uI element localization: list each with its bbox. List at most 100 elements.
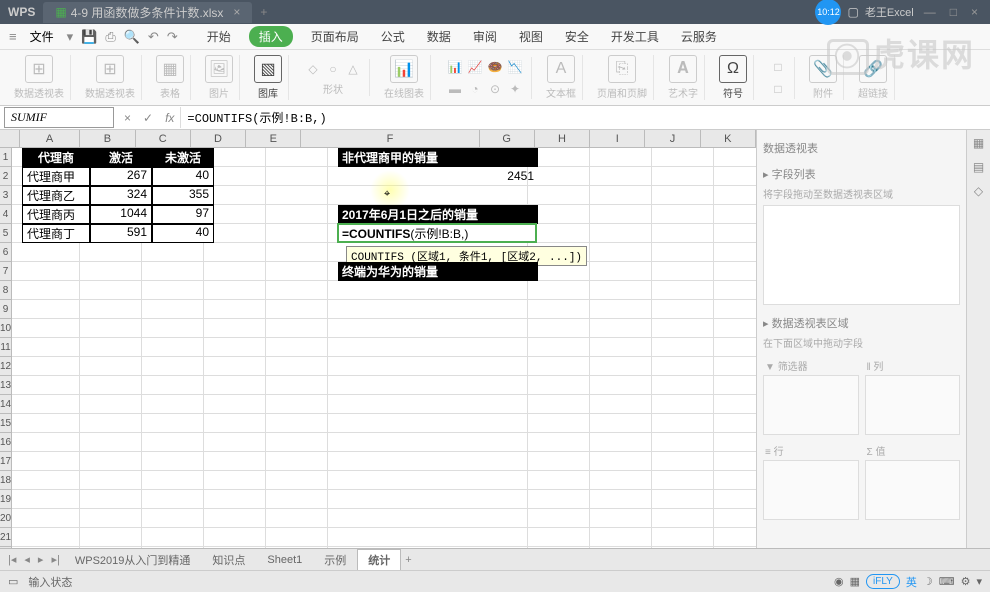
cell[interactable] bbox=[80, 376, 142, 395]
cell[interactable] bbox=[142, 528, 204, 547]
tab-cloud[interactable]: 云服务 bbox=[677, 26, 721, 47]
tab-insert[interactable]: 插入 bbox=[249, 26, 293, 47]
cell[interactable] bbox=[652, 509, 714, 528]
accept-formula-icon[interactable]: ✓ bbox=[137, 111, 159, 125]
cell[interactable] bbox=[714, 414, 756, 433]
ribbon-online[interactable]: 📊在线图表 bbox=[378, 55, 431, 100]
cell[interactable] bbox=[80, 243, 142, 262]
cell[interactable] bbox=[328, 471, 528, 490]
cell[interactable] bbox=[80, 338, 142, 357]
cell[interactable] bbox=[80, 452, 142, 471]
cell[interactable] bbox=[142, 471, 204, 490]
cell[interactable] bbox=[528, 452, 590, 471]
cell[interactable] bbox=[266, 186, 328, 205]
cell[interactable] bbox=[652, 376, 714, 395]
cell[interactable] bbox=[80, 509, 142, 528]
cell[interactable] bbox=[714, 186, 756, 205]
row-header[interactable]: 22 bbox=[0, 547, 12, 548]
cell[interactable] bbox=[714, 319, 756, 338]
cell[interactable] bbox=[80, 319, 142, 338]
cell[interactable] bbox=[266, 433, 328, 452]
row-header[interactable]: 6 bbox=[0, 243, 12, 262]
cell[interactable] bbox=[714, 243, 756, 262]
tab-devtools[interactable]: 开发工具 bbox=[607, 26, 663, 47]
col-header[interactable]: K bbox=[701, 130, 756, 147]
cell[interactable] bbox=[652, 471, 714, 490]
chevron-down-icon[interactable]: ▾ bbox=[64, 29, 77, 45]
row-header[interactable]: 8 bbox=[0, 281, 12, 300]
cell[interactable] bbox=[12, 376, 80, 395]
cell[interactable] bbox=[590, 148, 652, 167]
cell[interactable] bbox=[204, 262, 266, 281]
cell[interactable] bbox=[12, 262, 80, 281]
cell[interactable] bbox=[80, 414, 142, 433]
ribbon-textbox[interactable]: A文本框 bbox=[540, 55, 583, 100]
col-header[interactable]: B bbox=[80, 130, 135, 147]
cell[interactable] bbox=[328, 414, 528, 433]
row-header[interactable]: 10 bbox=[0, 319, 12, 338]
cell[interactable] bbox=[142, 338, 204, 357]
row-header[interactable]: 9 bbox=[0, 300, 12, 319]
cell[interactable] bbox=[266, 338, 328, 357]
cell[interactable] bbox=[714, 509, 756, 528]
row-header[interactable]: 18 bbox=[0, 471, 12, 490]
cell[interactable] bbox=[328, 395, 528, 414]
cell[interactable] bbox=[328, 300, 528, 319]
row-header[interactable]: 17 bbox=[0, 452, 12, 471]
cell[interactable] bbox=[12, 490, 80, 509]
value-area[interactable] bbox=[865, 460, 961, 520]
cell[interactable] bbox=[328, 433, 528, 452]
cell[interactable] bbox=[266, 205, 328, 224]
cell[interactable] bbox=[80, 300, 142, 319]
cell[interactable] bbox=[142, 300, 204, 319]
cell[interactable] bbox=[204, 300, 266, 319]
cell[interactable] bbox=[714, 547, 756, 548]
cell[interactable] bbox=[266, 357, 328, 376]
ribbon-pivot2[interactable]: ⊞数据透视表 bbox=[79, 55, 142, 100]
cell[interactable] bbox=[204, 471, 266, 490]
cell[interactable] bbox=[266, 471, 328, 490]
save-icon[interactable]: 💾 bbox=[78, 29, 100, 45]
table-cell[interactable]: 1044 bbox=[90, 205, 152, 224]
ribbon-chart[interactable]: 📊📈🍩📉 ▬◔⊙✦ bbox=[439, 57, 532, 99]
cell[interactable] bbox=[590, 471, 652, 490]
cell[interactable] bbox=[652, 300, 714, 319]
gear-icon[interactable]: ⚙ bbox=[961, 575, 971, 588]
cell[interactable] bbox=[12, 471, 80, 490]
cell[interactable] bbox=[590, 490, 652, 509]
tab-home[interactable]: 开始 bbox=[203, 26, 235, 47]
table-cell[interactable]: 97 bbox=[152, 205, 214, 224]
sheet-tab[interactable]: 示例 bbox=[313, 549, 357, 571]
cell[interactable] bbox=[528, 186, 590, 205]
cell[interactable] bbox=[142, 376, 204, 395]
cell[interactable] bbox=[590, 376, 652, 395]
cell[interactable] bbox=[714, 376, 756, 395]
cell[interactable] bbox=[266, 547, 328, 548]
cell[interactable] bbox=[204, 452, 266, 471]
cell[interactable] bbox=[204, 528, 266, 547]
screenshot-icon[interactable]: ▢ bbox=[847, 5, 858, 19]
cell[interactable] bbox=[204, 338, 266, 357]
cell[interactable] bbox=[142, 414, 204, 433]
add-sheet-icon[interactable]: + bbox=[401, 554, 415, 566]
panel-icon[interactable]: ▦ bbox=[973, 136, 984, 150]
last-sheet-icon[interactable]: ▸| bbox=[47, 553, 63, 566]
panel-icon[interactable]: ▤ bbox=[973, 160, 984, 174]
ribbon-gallery[interactable]: ▧图库 bbox=[248, 55, 289, 100]
section-value[interactable]: 2451 bbox=[338, 167, 538, 186]
ribbon-shapes[interactable]: ◇○△ 形状 bbox=[297, 59, 370, 96]
tab-data[interactable]: 数据 bbox=[423, 26, 455, 47]
cell[interactable] bbox=[204, 319, 266, 338]
cell[interactable] bbox=[652, 547, 714, 548]
cell[interactable] bbox=[652, 319, 714, 338]
editing-cell[interactable]: =COUNTIFS(示例!B:B,) bbox=[337, 223, 537, 243]
cell[interactable] bbox=[266, 509, 328, 528]
cell[interactable] bbox=[204, 243, 266, 262]
preview-icon[interactable]: 🔍 bbox=[121, 29, 143, 45]
cell[interactable] bbox=[528, 300, 590, 319]
cell[interactable] bbox=[266, 300, 328, 319]
cell[interactable] bbox=[12, 452, 80, 471]
cell[interactable] bbox=[328, 338, 528, 357]
cell[interactable] bbox=[204, 490, 266, 509]
redo-icon[interactable]: ↷ bbox=[164, 29, 181, 45]
